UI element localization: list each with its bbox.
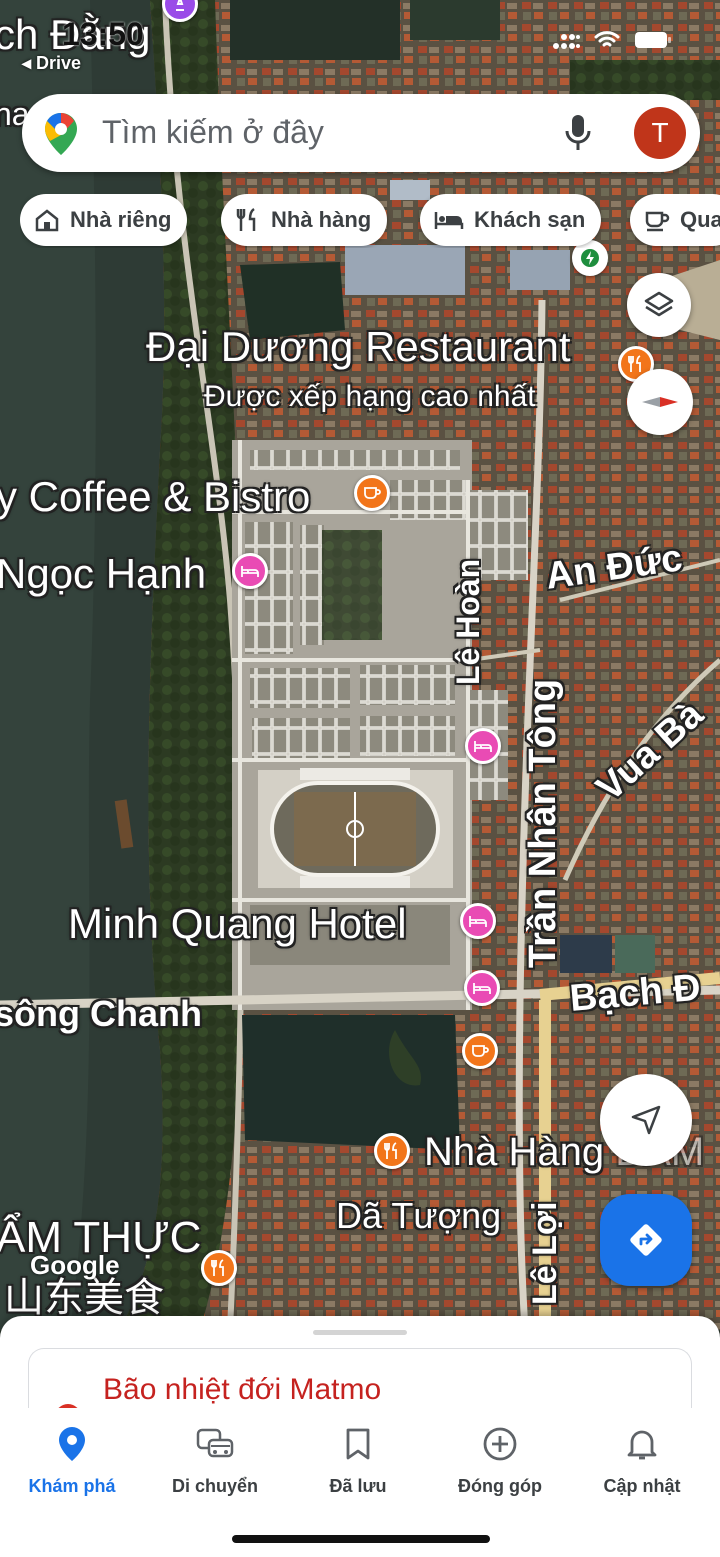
- hotel-pin-icon[interactable]: [465, 728, 501, 764]
- chip-home[interactable]: Nhà riêng: [20, 194, 188, 246]
- bookmark-icon: [346, 1428, 370, 1460]
- restaurant-pin-icon[interactable]: [374, 1133, 410, 1169]
- search-bar[interactable]: Tìm kiếm ở đây T: [22, 94, 700, 172]
- street-label-le-hoan: Lê Hoàn: [450, 558, 486, 685]
- cafe-pin-icon[interactable]: [354, 475, 390, 511]
- directions-icon: [630, 1224, 662, 1256]
- cellular-signal-icon: [553, 34, 580, 49]
- coffee-icon: [645, 211, 670, 232]
- alert-title: Bão nhiệt đới Matmo: [103, 1373, 382, 1406]
- map-label-coffee-bistro[interactable]: y Coffee & Bistro: [0, 476, 310, 518]
- home-icon: [35, 209, 59, 232]
- account-avatar[interactable]: T: [634, 107, 686, 159]
- battery-icon: [635, 32, 671, 48]
- status-time: 13:50: [62, 16, 144, 52]
- nav-updates[interactable]: Cập nhật: [570, 1424, 714, 1497]
- nav-contribute[interactable]: Đóng góp: [428, 1424, 572, 1497]
- hotel-pin-icon[interactable]: [460, 903, 496, 939]
- map-label-ngoc-hanh[interactable]: Ngọc Hạnh: [0, 553, 206, 595]
- status-bar: 13:50 ◂ Drive: [0, 0, 720, 80]
- nav-commute-label: Di chuyển: [171, 1476, 259, 1496]
- chip-restaurants-label: Nhà hàng: [271, 207, 372, 232]
- microphone-icon[interactable]: [564, 113, 592, 153]
- compass-icon: [642, 397, 678, 407]
- hotel-pin-icon[interactable]: [464, 970, 500, 1006]
- back-to-app-link[interactable]: ◂ Drive: [22, 53, 81, 74]
- category-chips: Nhà riêng Nhà hàng Khách sạn Qua: [20, 194, 720, 248]
- commute-icon: [196, 1428, 234, 1458]
- chip-hotels-label: Khách sạn: [474, 207, 586, 232]
- restaurant-pin-icon[interactable]: [201, 1250, 237, 1286]
- hotel-icon: [434, 212, 464, 229]
- map-label-top-rated: Được xếp hạng cao nhất: [204, 380, 536, 413]
- chip-home-label: Nhà riêng: [70, 207, 172, 232]
- nav-saved-label: Đã lưu: [329, 1476, 387, 1496]
- nav-explore[interactable]: Khám phá: [0, 1424, 144, 1497]
- map-label-chinese-food[interactable]: 山东美食: [4, 1278, 164, 1318]
- chip-coffee[interactable]: Qua: [630, 194, 720, 246]
- chip-restaurants[interactable]: Nhà hàng: [221, 194, 388, 246]
- street-label-da-tuong: Dã Tượng: [336, 1195, 502, 1236]
- nav-contribute-label: Đóng góp: [458, 1476, 542, 1496]
- street-label-tran-nhan-tong: Trần Nhân Tông: [522, 678, 564, 968]
- wifi-icon: [594, 31, 620, 47]
- directions-button[interactable]: [600, 1194, 692, 1286]
- chip-coffee-label: Qua: [680, 207, 720, 232]
- street-label-le-loi: Lê Lợi: [526, 1201, 564, 1305]
- restaurant-icon: [236, 207, 256, 231]
- cafe-pin-icon[interactable]: [462, 1033, 498, 1069]
- status-icons: [552, 30, 672, 50]
- add-circle-icon: [483, 1427, 517, 1461]
- my-location-button[interactable]: [600, 1074, 692, 1166]
- map-layers-button[interactable]: [627, 273, 691, 337]
- sheet-drag-handle[interactable]: [313, 1330, 407, 1335]
- layers-icon: [644, 291, 674, 317]
- google-maps-logo-icon: [45, 113, 77, 155]
- nav-saved[interactable]: Đã lưu: [286, 1424, 430, 1497]
- bell-icon: [627, 1430, 657, 1460]
- explore-pin-icon: [59, 1427, 85, 1461]
- nav-explore-label: Khám phá: [28, 1476, 116, 1496]
- navigation-arrow-icon: [631, 1105, 661, 1135]
- map-label-minh-quang-hotel[interactable]: Minh Quang Hotel: [68, 903, 407, 945]
- chip-hotels[interactable]: Khách sạn: [420, 194, 602, 246]
- nav-updates-label: Cập nhật: [603, 1476, 681, 1496]
- search-input[interactable]: Tìm kiếm ở đây: [102, 114, 324, 151]
- compass-button[interactable]: [627, 369, 693, 435]
- map-label-nha-hang-text: Nhà Hàng: [424, 1130, 605, 1174]
- street-label-song-chanh: sông Chanh: [0, 993, 202, 1034]
- hotel-pin-icon[interactable]: [232, 553, 268, 589]
- map-label-dai-duong-restaurant[interactable]: Đại Dương Restaurant: [146, 326, 571, 368]
- google-watermark: Google: [30, 1250, 120, 1280]
- nav-commute[interactable]: Di chuyển: [143, 1424, 287, 1497]
- home-indicator[interactable]: [232, 1535, 490, 1543]
